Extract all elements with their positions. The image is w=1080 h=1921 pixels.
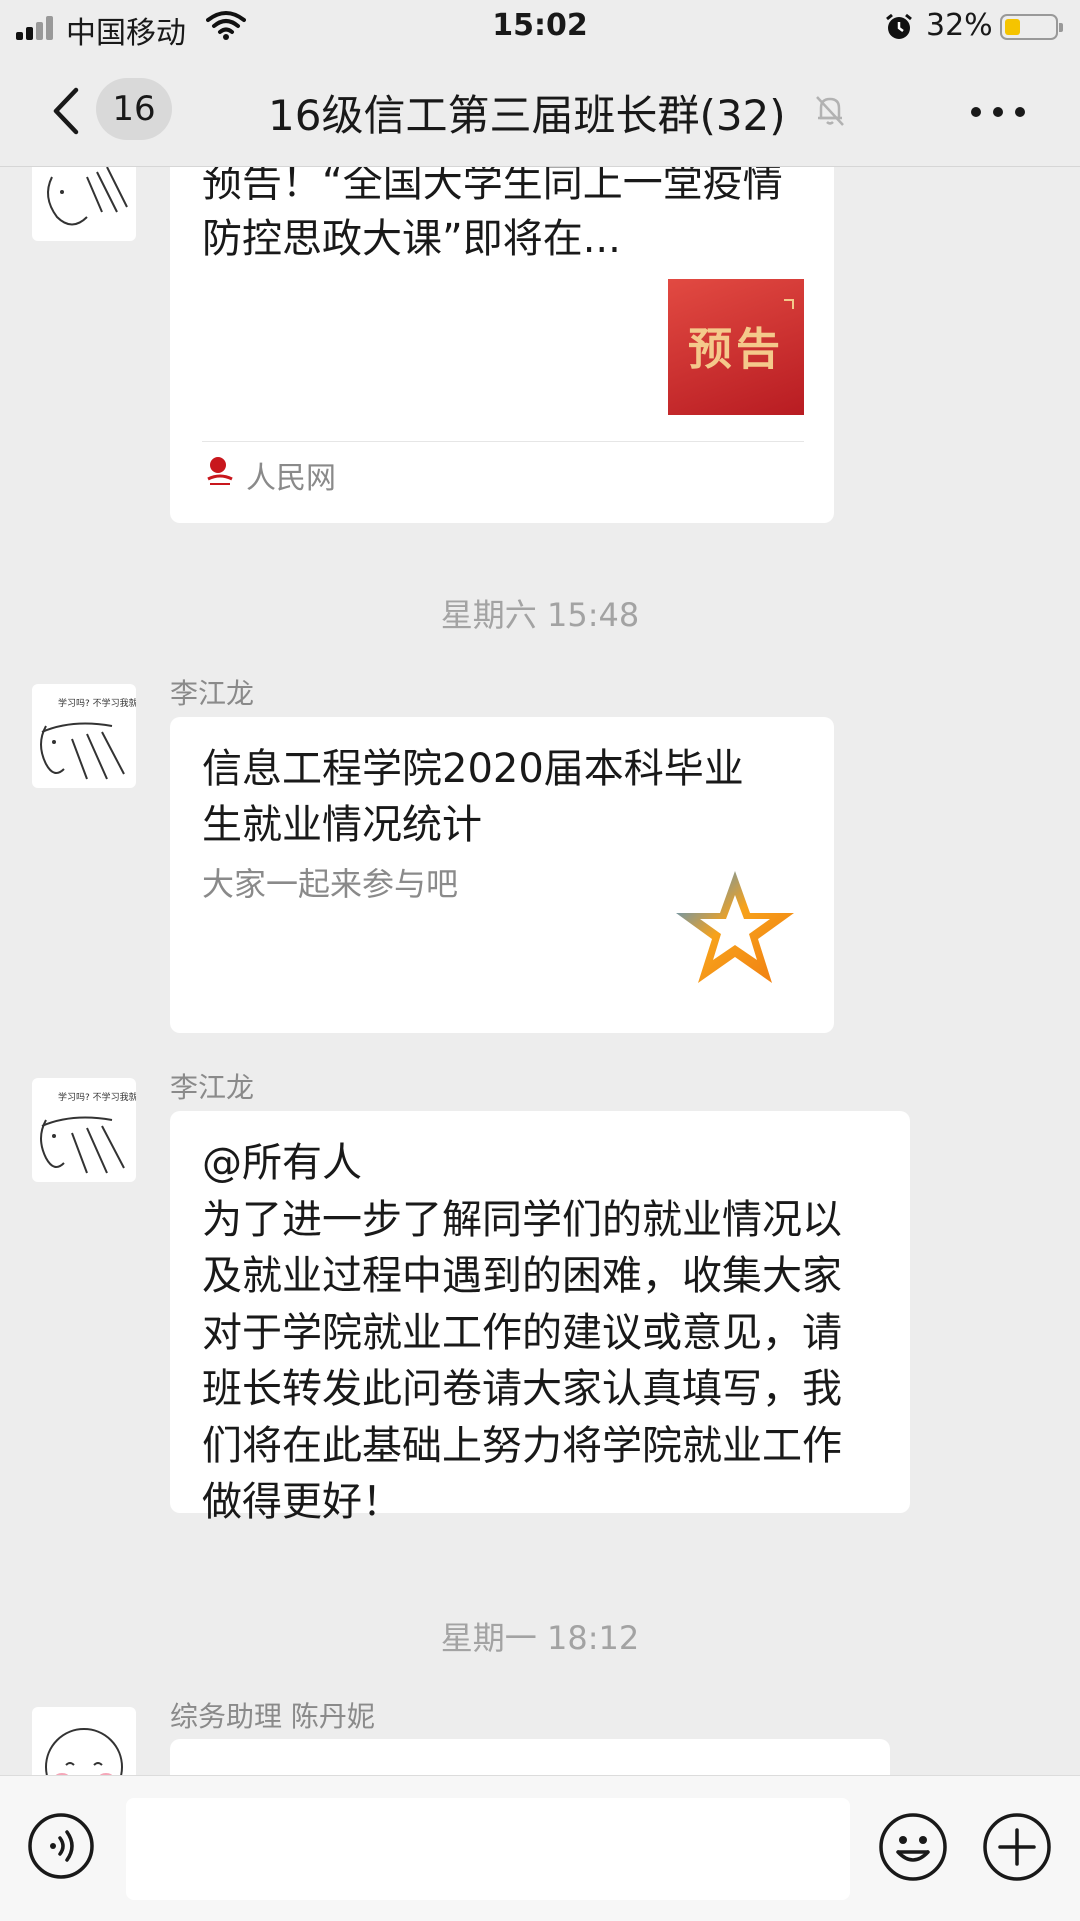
svg-text:学习吗? 不学习我就松: 学习吗? 不学习我就松 — [58, 1091, 136, 1103]
input-toolbar — [0, 1775, 1080, 1921]
mini-program-card[interactable]: 信息工程学院2020届本科毕业生就业情况统计 大家一起来参与吧 — [170, 717, 834, 1033]
avatar[interactable] — [32, 1707, 136, 1775]
sender-name: 李江龙 — [170, 677, 255, 710]
emoji-icon[interactable] — [878, 1812, 948, 1882]
card-title: 信息工程学院2020届本科毕业生就业情况统计 — [202, 746, 744, 848]
avatar[interactable] — [32, 167, 136, 241]
link-card-title: 预告！“全国大学生同上一堂疫情防控思政大课”即将在... — [202, 167, 783, 262]
battery-percent: 32% — [926, 8, 993, 43]
alarm-icon — [886, 13, 912, 39]
svg-text:学习吗? 不学习我就松: 学习吗? 不学习我就松 — [58, 697, 136, 709]
text-message[interactable] — [170, 1739, 890, 1775]
clock: 15:02 — [492, 8, 588, 43]
star-icon — [676, 871, 794, 983]
link-card-source: 人民网 — [246, 461, 336, 496]
chevron-left-icon[interactable] — [46, 86, 86, 136]
timestamp: 星期一 18:12 — [440, 1619, 640, 1657]
plus-icon[interactable] — [982, 1812, 1052, 1882]
chat-header: 16 16级信工第三届班长群(32) — [0, 56, 1080, 167]
sender-name: 李江龙 — [170, 1071, 255, 1104]
link-card-thumbnail: 预告 — [668, 279, 804, 415]
voice-icon[interactable] — [27, 1812, 95, 1880]
sender-name: 综务助理 陈丹妮 — [170, 1700, 375, 1733]
message-list[interactable]: 预告！“全国大学生同上一堂疫情防控思政大课”即将在... 预告 人民网 星期六 … — [0, 167, 1080, 1775]
mute-bell-icon — [816, 96, 844, 126]
timestamp: 星期六 15:48 — [440, 596, 640, 634]
text-message[interactable]: @所有人 为了进一步了解同学们的就业情况以及就业过程中遇到的困难，收集大家对于学… — [170, 1111, 910, 1525]
message-input[interactable] — [126, 1798, 850, 1900]
card-description: 大家一起来参与吧 — [202, 865, 459, 903]
avatar[interactable]: 学习吗? 不学习我就松 — [32, 684, 136, 788]
message-text: @所有人 为了进一步了解同学们的就业情况以及就业过程中遇到的困难，收集大家对于学… — [202, 1140, 842, 1525]
more-icon[interactable] — [968, 94, 1028, 130]
chat-title: 16级信工第三届班长群(32) — [268, 91, 786, 140]
battery-level — [1005, 19, 1020, 35]
avatar[interactable]: 学习吗? 不学习我就松 — [32, 1078, 136, 1182]
battery-icon — [1000, 14, 1063, 40]
thumbnail-text: 预告 — [688, 324, 784, 375]
unread-badge[interactable]: 16 — [96, 78, 172, 140]
link-card[interactable]: 预告！“全国大学生同上一堂疫情防控思政大课”即将在... 预告 人民网 — [170, 167, 834, 523]
people-daily-logo-icon — [207, 457, 233, 485]
divider — [202, 441, 804, 442]
status-bar: 中国移动 15:02 32% — [0, 0, 1080, 56]
